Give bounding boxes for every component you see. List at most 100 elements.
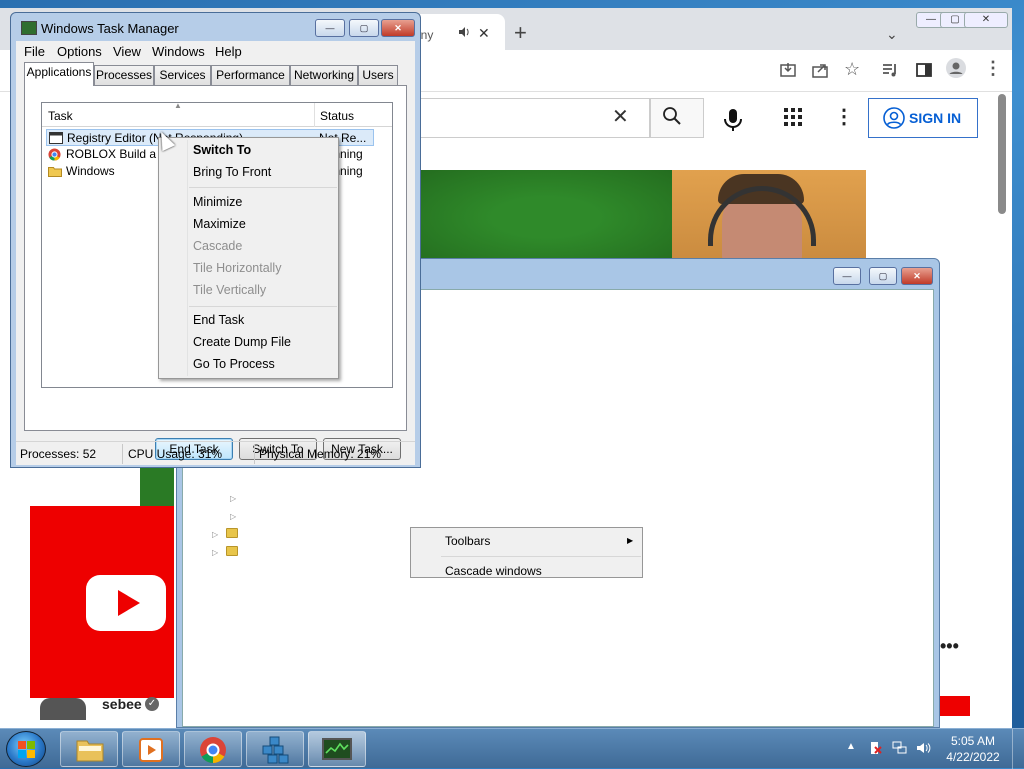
task-name: Windows (66, 164, 115, 178)
minimize-button[interactable]: — (315, 19, 345, 37)
menu-item-create-dump-file[interactable]: Create Dump File (193, 335, 291, 349)
windows-logo-icon (27, 741, 35, 749)
video-thumbnail-gameplay[interactable] (420, 170, 672, 265)
tree-expand-icon[interactable]: ▷ (230, 494, 236, 503)
maximize-button[interactable]: ▢ (869, 267, 897, 285)
menu-view[interactable]: View (113, 44, 141, 59)
install-icon[interactable] (780, 62, 796, 83)
side-panel-icon[interactable] (916, 62, 932, 83)
menu-item-bring-to-front[interactable]: Bring To Front (193, 165, 271, 179)
thumbnail-strip (140, 467, 174, 507)
windows-logo-icon (18, 741, 26, 749)
close-button[interactable]: ✕ (901, 267, 933, 285)
kebab-menu-icon[interactable]: ⋮ (984, 58, 1002, 79)
menu-item-toolbars[interactable]: Toolbars (445, 534, 490, 548)
menu-options[interactable]: Options (57, 44, 102, 59)
new-tab-button[interactable]: + (514, 22, 527, 44)
windows-logo-icon (18, 750, 26, 758)
start-button[interactable] (6, 731, 46, 767)
star-icon[interactable]: ☆ (844, 59, 860, 80)
registry-editor-icon (262, 736, 289, 764)
taskbar-registry-editor-button[interactable] (246, 731, 304, 767)
clear-search-icon[interactable]: ✕ (612, 104, 629, 129)
tab-applications[interactable]: Applications (24, 62, 94, 86)
settings-more-icon[interactable]: ⋮ (834, 104, 854, 129)
menu-item-maximize[interactable]: Maximize (193, 217, 246, 231)
menu-item-cascade-windows[interactable]: Cascade windows (445, 564, 542, 577)
tree-expand-icon[interactable]: ▷ (212, 548, 218, 557)
taskbar-task-manager-button[interactable] (308, 731, 366, 767)
tab-users[interactable]: Users (358, 65, 398, 85)
show-desktop-button[interactable] (1012, 729, 1024, 769)
taskbar: ▲ 5:05 AM 4/22/2022 (0, 728, 1024, 769)
list-header: ▲ Task Status (42, 101, 392, 127)
show-hidden-icons-button[interactable]: ▲ (846, 741, 856, 752)
clock-time[interactable]: 5:05 AM (946, 734, 1000, 748)
menu-windows[interactable]: Windows (152, 44, 205, 59)
tab-performance[interactable]: Performance (211, 65, 290, 85)
registry-editor-icon (49, 132, 63, 144)
menu-item-minimize[interactable]: Minimize (193, 195, 242, 209)
tab-networking[interactable]: Networking (290, 65, 358, 85)
status-divider (254, 444, 255, 464)
menu-file[interactable]: File (24, 44, 45, 59)
network-icon[interactable] (892, 741, 907, 755)
menu-item-switch-to[interactable]: Switch To (193, 143, 251, 157)
chrome-icon (48, 148, 62, 161)
tab-search-icon[interactable]: ⌄ (886, 26, 898, 43)
folder-icon (226, 528, 238, 538)
taskbar-media-player-button[interactable] (122, 731, 180, 767)
submenu-arrow-icon: ▶ (627, 536, 634, 545)
more-actions-icon[interactable]: ••• (940, 636, 959, 657)
status-bar: Processes: 52 CPU Usage: 31% Physical Me… (16, 441, 415, 465)
volume-icon[interactable] (916, 741, 931, 755)
action-center-icon[interactable] (868, 741, 882, 755)
cpu-usage: CPU Usage: 31% (128, 447, 223, 461)
chrome-icon (200, 737, 226, 764)
menu-gutter (187, 140, 188, 376)
tree-expand-icon[interactable]: ▷ (230, 512, 236, 521)
youtube-logo-icon (86, 575, 166, 631)
menu-item-go-to-process[interactable]: Go To Process (193, 357, 275, 371)
column-header-task[interactable]: Task (48, 109, 73, 123)
column-divider[interactable] (314, 103, 315, 127)
account-icon (882, 106, 906, 130)
apps-grid-icon[interactable] (784, 108, 802, 131)
windows-logo-icon (27, 750, 35, 758)
menu-separator (189, 306, 337, 307)
browser-close-button[interactable]: ✕ (964, 12, 1008, 28)
share-icon[interactable] (812, 62, 828, 83)
scrollbar[interactable] (998, 94, 1006, 214)
close-tab-icon[interactable]: ✕ (478, 25, 490, 42)
menu-item-cascade: Cascade (193, 239, 243, 253)
subscribe-button[interactable] (940, 696, 970, 716)
clock-date[interactable]: 4/22/2022 (946, 750, 1000, 764)
verified-icon: ✓ (145, 697, 159, 711)
microphone-icon[interactable] (714, 100, 752, 138)
avatar[interactable] (40, 698, 86, 720)
menu-help[interactable]: Help (215, 44, 242, 59)
tree-expand-icon[interactable]: ▷ (212, 530, 218, 539)
menu-bar: File Options View Windows Help (16, 41, 415, 63)
sort-arrow-icon: ▲ (174, 101, 182, 110)
profile-icon[interactable] (946, 58, 966, 83)
speaker-icon[interactable] (458, 26, 470, 41)
channel-name[interactable]: sebee (102, 696, 142, 712)
task-manager-icon (322, 738, 352, 760)
explorer-icon (76, 740, 104, 762)
physical-memory: Physical Memory: 21% (259, 447, 382, 461)
webcam-thumbnail[interactable] (672, 170, 866, 265)
menu-item-end-task[interactable]: End Task (193, 313, 244, 327)
taskbar-explorer-button[interactable] (60, 731, 118, 767)
tab-services[interactable]: Services (154, 65, 211, 85)
taskbar-chrome-button[interactable] (184, 731, 242, 767)
maximize-button[interactable]: ▢ (349, 19, 379, 37)
column-header-status[interactable]: Status (320, 109, 354, 123)
media-icon[interactable] (882, 62, 898, 83)
processes-count: Processes: 52 (20, 447, 97, 461)
tab-processes[interactable]: Processes (94, 65, 154, 85)
minimize-button[interactable]: — (833, 267, 861, 285)
close-button[interactable]: ✕ (381, 19, 415, 37)
task-manager-icon (21, 21, 37, 35)
folder-icon (226, 546, 238, 556)
